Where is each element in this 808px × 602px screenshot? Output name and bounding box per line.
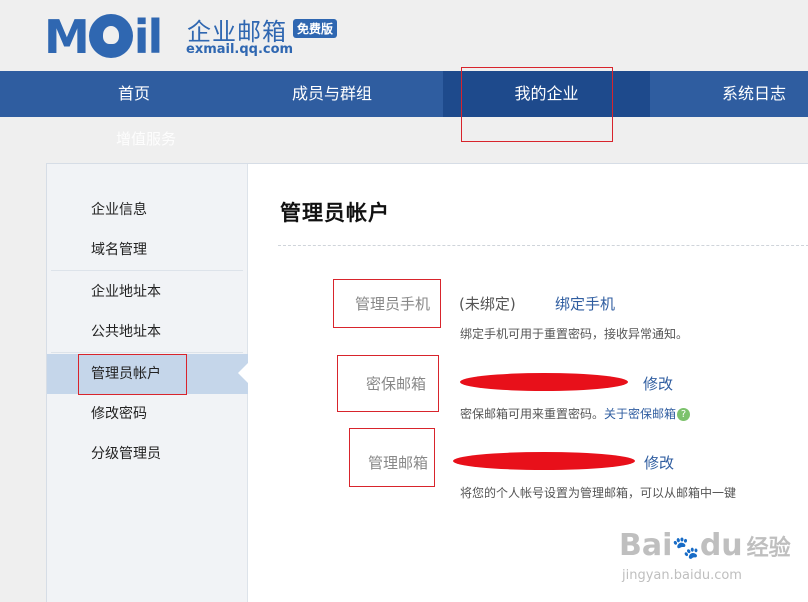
nav-home[interactable]: 首页 [70, 71, 198, 117]
redacted-admin-mail [453, 452, 635, 470]
active-pointer-icon [238, 363, 248, 383]
edit-secure-mail-link[interactable]: 修改 [643, 373, 673, 394]
watermark-logo: Bai🐾du 经验 [619, 528, 791, 563]
watermark-brand-2: du [699, 528, 743, 563]
sidebar-item-change-password[interactable]: 修改密码 [47, 394, 248, 434]
annotation-box-my-company [461, 67, 613, 142]
watermark-brand: Bai [619, 528, 673, 563]
sidebar-item-public-addressbook[interactable]: 公共地址本 [47, 312, 248, 352]
sidebar-divider [51, 352, 243, 353]
watermark-brand-cn: 经验 [746, 536, 791, 561]
help-icon[interactable]: ? [677, 408, 691, 421]
sidebar-item-company-info[interactable]: 企业信息 [47, 190, 248, 230]
secure-mail-hint: 密保邮箱可用来重置密码。关于密保邮箱? [460, 405, 691, 422]
admin-mail-hint: 将您的个人帐号设置为管理邮箱，可以从邮箱中一键 [460, 486, 737, 500]
annotation-box-secure-mail [337, 355, 439, 412]
sidebar-item-company-addressbook[interactable]: 企业地址本 [47, 272, 248, 312]
free-edition-badge: 免费版 [293, 19, 338, 38]
watermark-url: jingyan.baidu.com [622, 568, 742, 583]
secure-mail-hint-text: 密保邮箱可用来重置密码。 [460, 407, 605, 421]
mail-logo-icon[interactable]: Mil [44, 14, 163, 60]
annotation-box-admin-phone [333, 279, 441, 328]
paw-icon: 🐾 [672, 536, 700, 561]
nav-system-log[interactable]: 系统日志 [700, 71, 808, 117]
sidebar-item-domain[interactable]: 域名管理 [47, 230, 248, 270]
redacted-secure-mail [460, 373, 628, 391]
phone-hint: 绑定手机可用于重置密码，接收异常通知。 [460, 327, 689, 341]
bind-phone-link[interactable]: 绑定手机 [555, 293, 615, 314]
nav-value-added-services[interactable]: 增值服务 [116, 128, 176, 149]
title-divider [278, 245, 808, 246]
app-header: Mil 企业邮箱 免费版 exmail.qq.com [0, 0, 808, 71]
nav-members-groups[interactable]: 成员与群组 [260, 71, 404, 117]
page-title: 管理员帐户 [280, 201, 390, 225]
logo-domain: exmail.qq.com [186, 42, 294, 57]
phone-status: (未绑定) [459, 295, 516, 313]
sidebar-divider [51, 270, 243, 271]
sidebar-item-sub-admins[interactable]: 分级管理员 [47, 434, 248, 474]
about-secure-mail-link[interactable]: 关于密保邮箱 [604, 407, 676, 421]
annotation-box-admin-mail [349, 428, 435, 487]
edit-admin-mail-link[interactable]: 修改 [644, 452, 674, 473]
annotation-box-admin-account [78, 354, 187, 395]
main-nav: 首页 成员与群组 我的企业 系统日志 [0, 71, 808, 117]
